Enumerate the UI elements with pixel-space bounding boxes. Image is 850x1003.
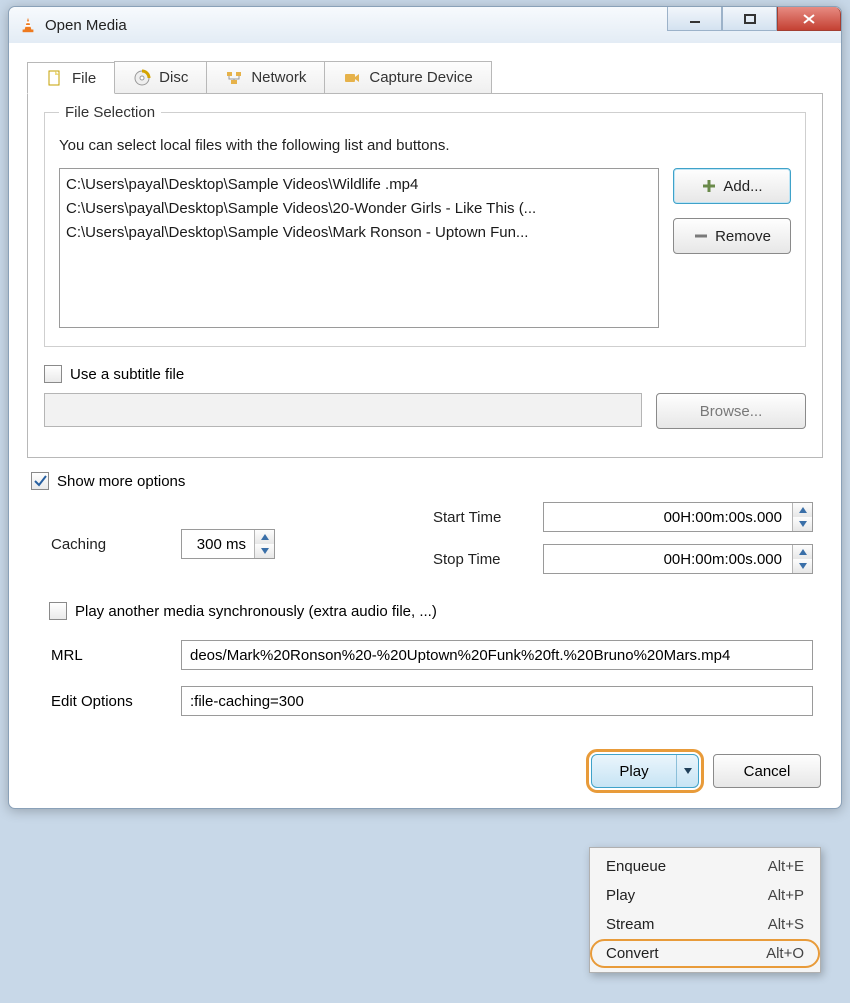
disc-icon [133,69,151,87]
close-button[interactable] [777,7,841,31]
mrl-label: MRL [51,647,181,664]
file-icon [46,69,64,87]
tab-file[interactable]: File [27,62,115,94]
subtitle-checkbox-label: Use a subtitle file [70,366,184,383]
file-selection-hint: You can select local files with the foll… [59,137,791,154]
button-label: Cancel [744,763,791,780]
open-media-dialog: Open Media File Disc Network Capture Dev [8,6,842,809]
caching-label: Caching [51,536,181,553]
start-time-label: Start Time [433,509,543,526]
start-time-spinner[interactable] [543,502,813,532]
show-more-label: Show more options [57,473,185,490]
play-dropdown-menu: Enqueue Alt+E Play Alt+P Stream Alt+S Co… [589,847,821,973]
spin-down-icon[interactable] [793,517,812,531]
spin-up-icon[interactable] [793,545,812,559]
button-label: Add... [723,178,762,195]
tab-disc[interactable]: Disc [114,61,207,93]
play-dropdown-toggle[interactable] [676,755,698,787]
menu-accel: Alt+S [768,916,804,933]
menu-label: Enqueue [606,858,666,875]
file-list[interactable]: C:\Users\payal\Desktop\Sample Videos\Wil… [59,168,659,328]
button-label: Remove [715,228,771,245]
menu-accel: Alt+P [768,887,804,904]
caching-input[interactable] [182,530,254,558]
add-button[interactable]: Add... [673,168,791,204]
file-selection-legend: File Selection [59,104,161,121]
file-panel: File Selection You can select local file… [27,93,823,458]
file-list-item[interactable]: C:\Users\payal\Desktop\Sample Videos\Mar… [66,221,652,245]
cancel-button[interactable]: Cancel [713,754,821,788]
subtitle-path-input [44,393,642,427]
tab-label: File [72,70,96,87]
play-sync-checkbox[interactable] [49,602,67,620]
menu-label: Play [606,887,635,904]
maximize-button[interactable] [722,7,777,31]
spin-down-icon[interactable] [255,544,274,558]
titlebar[interactable]: Open Media [9,7,841,43]
tab-label: Network [251,69,306,86]
menu-item-enqueue[interactable]: Enqueue Alt+E [590,852,820,881]
spin-down-icon[interactable] [793,559,812,573]
play-sync-label: Play another media synchronously (extra … [75,603,437,620]
network-icon [225,69,243,87]
button-label: Browse... [700,403,763,420]
remove-button[interactable]: Remove [673,218,791,254]
plus-icon [701,178,717,194]
menu-label: Convert [606,945,659,962]
stop-time-input[interactable] [544,545,792,573]
stop-time-label: Stop Time [433,551,543,568]
vlc-cone-icon [19,16,37,34]
caching-spinner[interactable] [181,529,275,559]
menu-accel: Alt+E [768,858,804,875]
play-split-button[interactable]: Play [591,754,699,788]
file-selection-group: File Selection You can select local file… [44,104,806,347]
mrl-input[interactable] [181,640,813,670]
minimize-button[interactable] [667,7,722,31]
subtitle-checkbox[interactable] [44,365,62,383]
more-options-panel: Caching Start Time [27,496,823,736]
menu-label: Stream [606,916,654,933]
tab-label: Capture Device [369,69,472,86]
stop-time-spinner[interactable] [543,544,813,574]
file-list-item[interactable]: C:\Users\payal\Desktop\Sample Videos\20-… [66,197,652,221]
spin-up-icon[interactable] [255,530,274,544]
menu-item-stream[interactable]: Stream Alt+S [590,910,820,939]
browse-button[interactable]: Browse... [656,393,806,429]
menu-accel: Alt+O [766,945,804,962]
spin-up-icon[interactable] [793,503,812,517]
tab-network[interactable]: Network [206,61,325,93]
capture-icon [343,69,361,87]
tabs: File Disc Network Capture Device [27,61,823,93]
menu-item-play[interactable]: Play Alt+P [590,881,820,910]
edit-options-input[interactable] [181,686,813,716]
start-time-input[interactable] [544,503,792,531]
edit-options-label: Edit Options [51,693,181,710]
show-more-checkbox[interactable] [31,472,49,490]
button-label: Play [592,763,676,780]
tab-capture[interactable]: Capture Device [324,61,491,93]
tab-label: Disc [159,69,188,86]
file-list-item[interactable]: C:\Users\payal\Desktop\Sample Videos\Wil… [66,173,652,197]
window-title: Open Media [45,17,127,34]
menu-item-convert[interactable]: Convert Alt+O [590,939,820,968]
minus-icon [693,228,709,244]
